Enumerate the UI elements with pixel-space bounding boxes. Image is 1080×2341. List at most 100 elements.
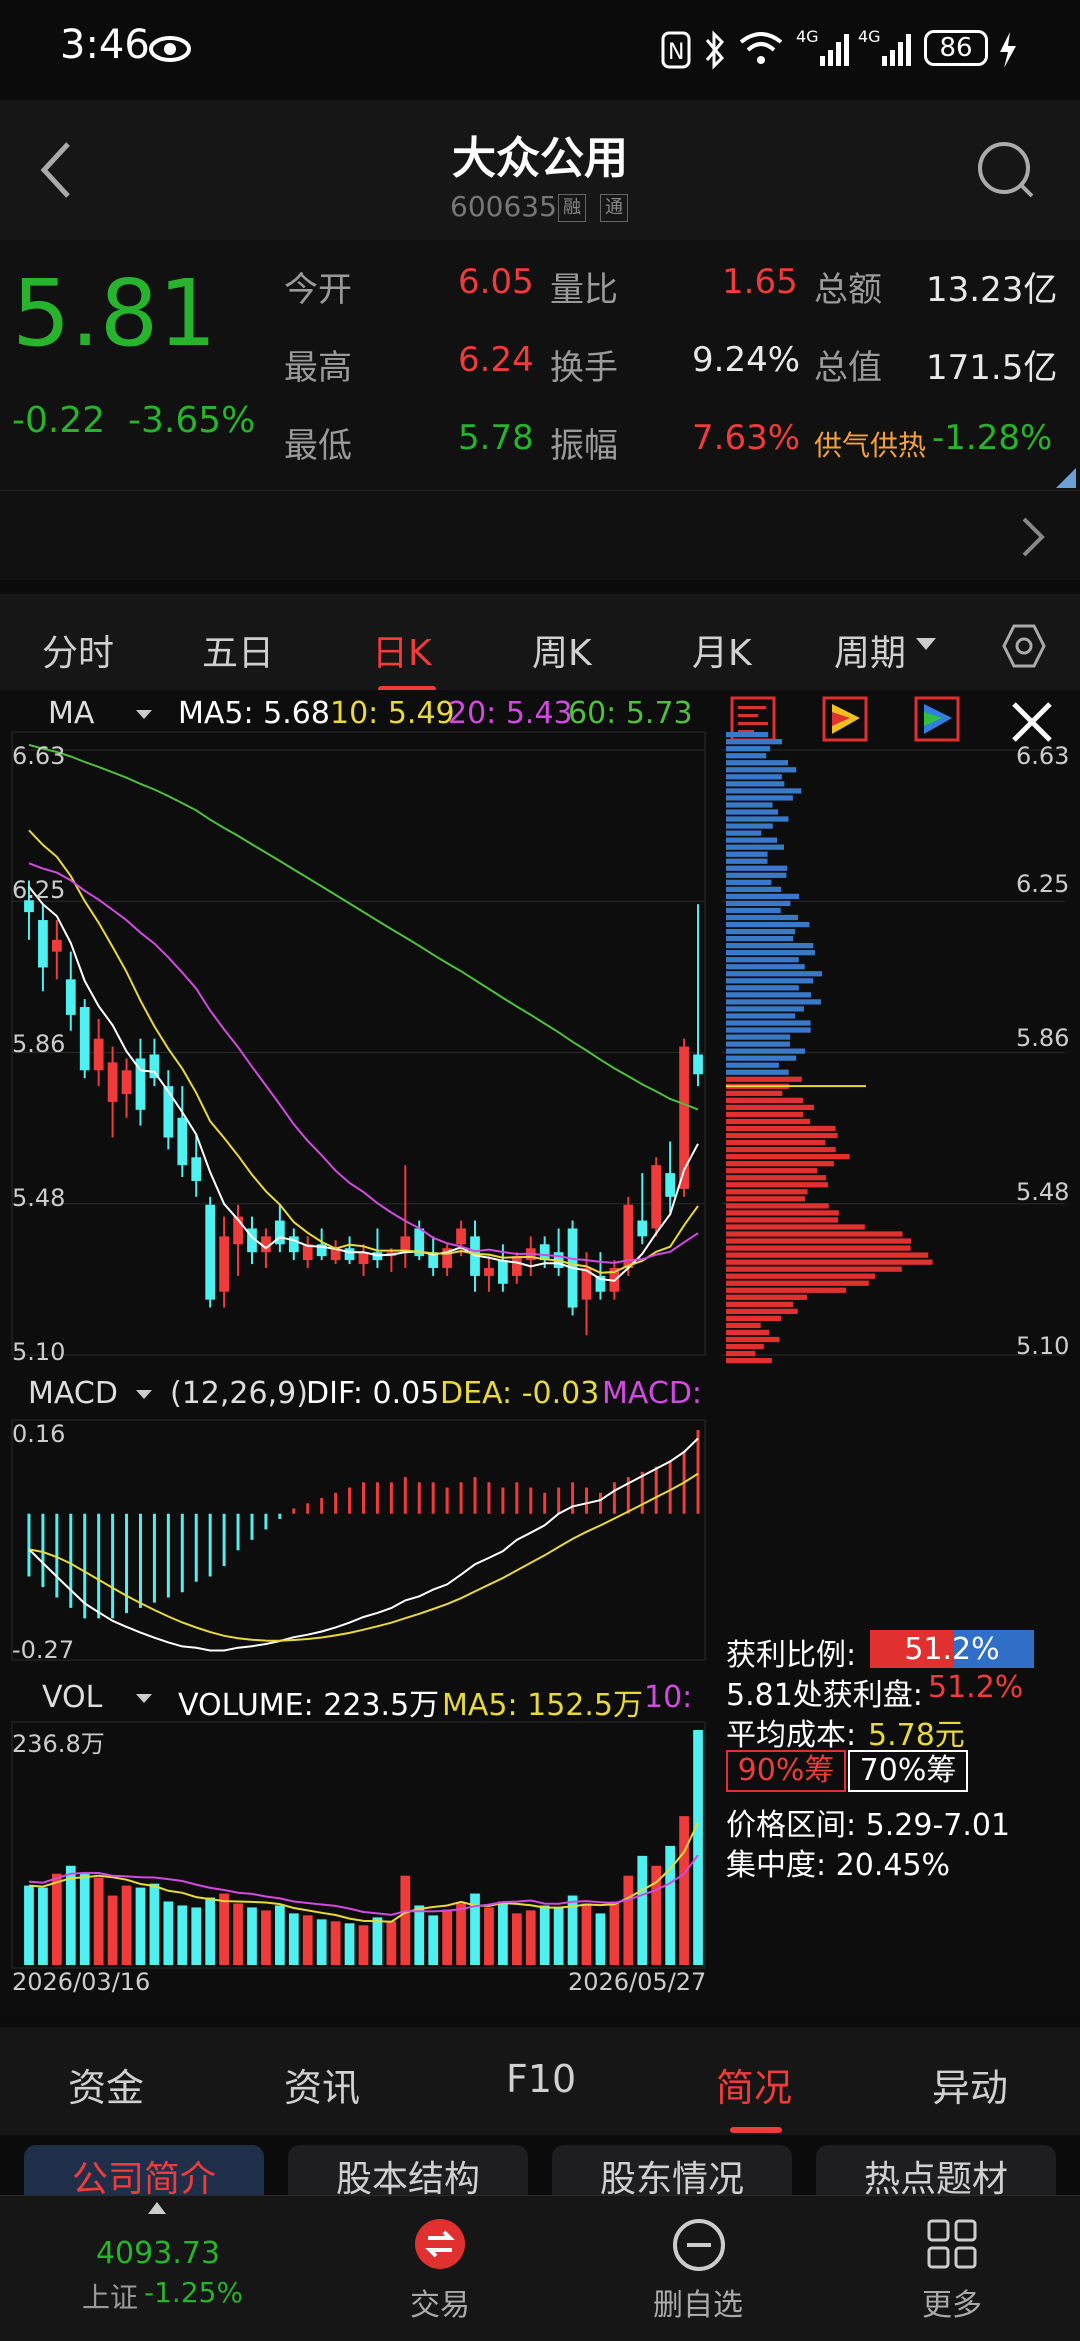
- macd-indicator-label[interactable]: MACD: [28, 1376, 118, 1411]
- volume-bar: [400, 1875, 411, 1965]
- volume-bar: [428, 1915, 439, 1965]
- chip-bar: [726, 851, 768, 857]
- svg-text:4G: 4G: [796, 27, 819, 46]
- chip-bar: [726, 1146, 836, 1153]
- volume-bar: [484, 1907, 494, 1965]
- remove-watchlist-icon[interactable]: [672, 2218, 726, 2272]
- battery-level: 86: [924, 30, 988, 66]
- index-up-arrow-icon: [148, 2202, 166, 2214]
- profit-ratio-label: 获利比例:: [726, 1638, 857, 1673]
- candle-body: [79, 1007, 90, 1071]
- vol-indicator-label[interactable]: VOL: [42, 1680, 102, 1715]
- macd-dropdown-icon[interactable]: [136, 1390, 152, 1400]
- volume-bar: [679, 1816, 689, 1965]
- ma20-line: [28, 862, 699, 1264]
- volume-bar: [637, 1855, 648, 1965]
- chip-bar: [726, 992, 812, 998]
- tab-news[interactable]: 资讯: [284, 2057, 360, 2112]
- chip-bar: [726, 1252, 929, 1258]
- chip-bar: [726, 1322, 761, 1329]
- chip-bar: [726, 1090, 783, 1096]
- subtab-hot-topics[interactable]: 热点题材: [816, 2145, 1056, 2195]
- tab-monthly-k[interactable]: 月K: [692, 624, 752, 676]
- trade-icon[interactable]: [414, 2218, 466, 2270]
- candle-body: [511, 1256, 522, 1276]
- macd-axis-bottom: -0.27: [12, 1636, 75, 1664]
- open-label: 今开: [284, 270, 352, 310]
- quote-panel: 5.81 -0.22 -3.65% 今开 6.05 量比 1.65 总额 13.…: [0, 240, 1080, 490]
- candle-body: [693, 1054, 703, 1075]
- subtab-shareholders[interactable]: 股东情况: [552, 2145, 792, 2195]
- chip-bar: [726, 1182, 829, 1188]
- chip-bar: [726, 732, 769, 738]
- candle-body: [107, 1062, 118, 1102]
- chip-bar: [726, 1343, 764, 1350]
- volume-bar: [205, 1897, 216, 1965]
- stock-name: 大众公用: [452, 133, 628, 184]
- chip-bar: [726, 1041, 790, 1047]
- volume-bar: [316, 1919, 327, 1965]
- search-icon[interactable]: [976, 140, 1036, 200]
- subtab-company-profile[interactable]: 公司简介: [24, 2145, 264, 2195]
- candle-body: [623, 1204, 634, 1269]
- chip-bar: [726, 788, 802, 794]
- tab-f10[interactable]: F10: [506, 2057, 576, 2101]
- tab-five-day[interactable]: 五日: [202, 624, 274, 676]
- chip-70-button[interactable]: 70%筹: [848, 1750, 968, 1792]
- volume-bar: [525, 1910, 536, 1965]
- chip-bar: [726, 928, 796, 935]
- settings-hex-icon[interactable]: [1000, 622, 1048, 670]
- price-axis-left-1: 6.25: [12, 876, 66, 904]
- market-cap-label: 总值: [814, 348, 882, 388]
- price-axis-right-2: 5.86: [1016, 1024, 1070, 1052]
- expand-row[interactable]: [0, 490, 1080, 581]
- index-value[interactable]: 4093.73: [58, 2236, 258, 2271]
- chip-bar: [726, 1154, 850, 1160]
- chip-bar: [726, 1329, 770, 1336]
- chip-bar: [726, 1062, 779, 1068]
- price-axis-right-4: 5.10: [1016, 1332, 1070, 1360]
- profit-ratio-value: 51.2%: [904, 1632, 1000, 1667]
- volume-bar: [539, 1905, 550, 1965]
- vol-dropdown-icon[interactable]: [136, 1694, 152, 1704]
- status-bar: 3:46 N 4G 4G 86: [0, 0, 1080, 100]
- chip-bar: [726, 1055, 797, 1061]
- sub-tabs: 公司简介 股本结构 股东情况 热点题材: [0, 2135, 1080, 2195]
- tab-anomaly[interactable]: 异动: [932, 2057, 1008, 2112]
- price-axis-right-1: 6.25: [1016, 870, 1070, 898]
- tab-intraday[interactable]: 分时: [42, 624, 114, 676]
- candle-body: [65, 979, 76, 1015]
- chip-bar: [726, 1118, 811, 1125]
- volume-bar: [693, 1730, 703, 1965]
- volume-bar: [247, 1907, 257, 1965]
- period-dropdown-icon[interactable]: [916, 638, 936, 652]
- tab-overview[interactable]: 简况: [716, 2057, 792, 2112]
- chip-bar: [726, 1294, 807, 1300]
- chip-90-button[interactable]: 90%筹: [726, 1750, 846, 1792]
- tab-period[interactable]: 周期: [834, 624, 906, 676]
- volume-bar: [93, 1877, 104, 1965]
- bluetooth-icon: [705, 30, 725, 70]
- more-grid-icon[interactable]: [926, 2218, 978, 2270]
- chip-bar: [726, 774, 782, 780]
- more-label[interactable]: 更多: [852, 2280, 1052, 2324]
- chip-bar: [726, 1027, 811, 1033]
- chevron-right-icon[interactable]: [1018, 515, 1048, 559]
- tab-daily-k[interactable]: 日K: [372, 624, 432, 676]
- subtab-share-structure[interactable]: 股本结构: [288, 2145, 528, 2195]
- chip-bar: [726, 767, 797, 773]
- chip-bar: [726, 1076, 802, 1082]
- dif-line: [28, 1437, 699, 1652]
- remove-watchlist-label[interactable]: 删自选: [598, 2280, 798, 2324]
- sector-link[interactable]: 供气供热: [814, 424, 926, 464]
- tab-funds[interactable]: 资金: [68, 2057, 144, 2112]
- candle-body: [93, 1038, 104, 1071]
- chip-bar: [726, 1287, 847, 1293]
- candle-body: [484, 1268, 494, 1276]
- volume-bar: [414, 1905, 425, 1965]
- concentration: 集中度: 20.45%: [726, 1848, 951, 1883]
- trade-label[interactable]: 交易: [340, 2280, 540, 2324]
- chart-area[interactable]: MA MA5: 5.68 10: 5.49 20: 5.43 60: 5.73 …: [0, 690, 1080, 2015]
- chip-bar: [726, 1048, 806, 1054]
- tab-weekly-k[interactable]: 周K: [532, 624, 592, 676]
